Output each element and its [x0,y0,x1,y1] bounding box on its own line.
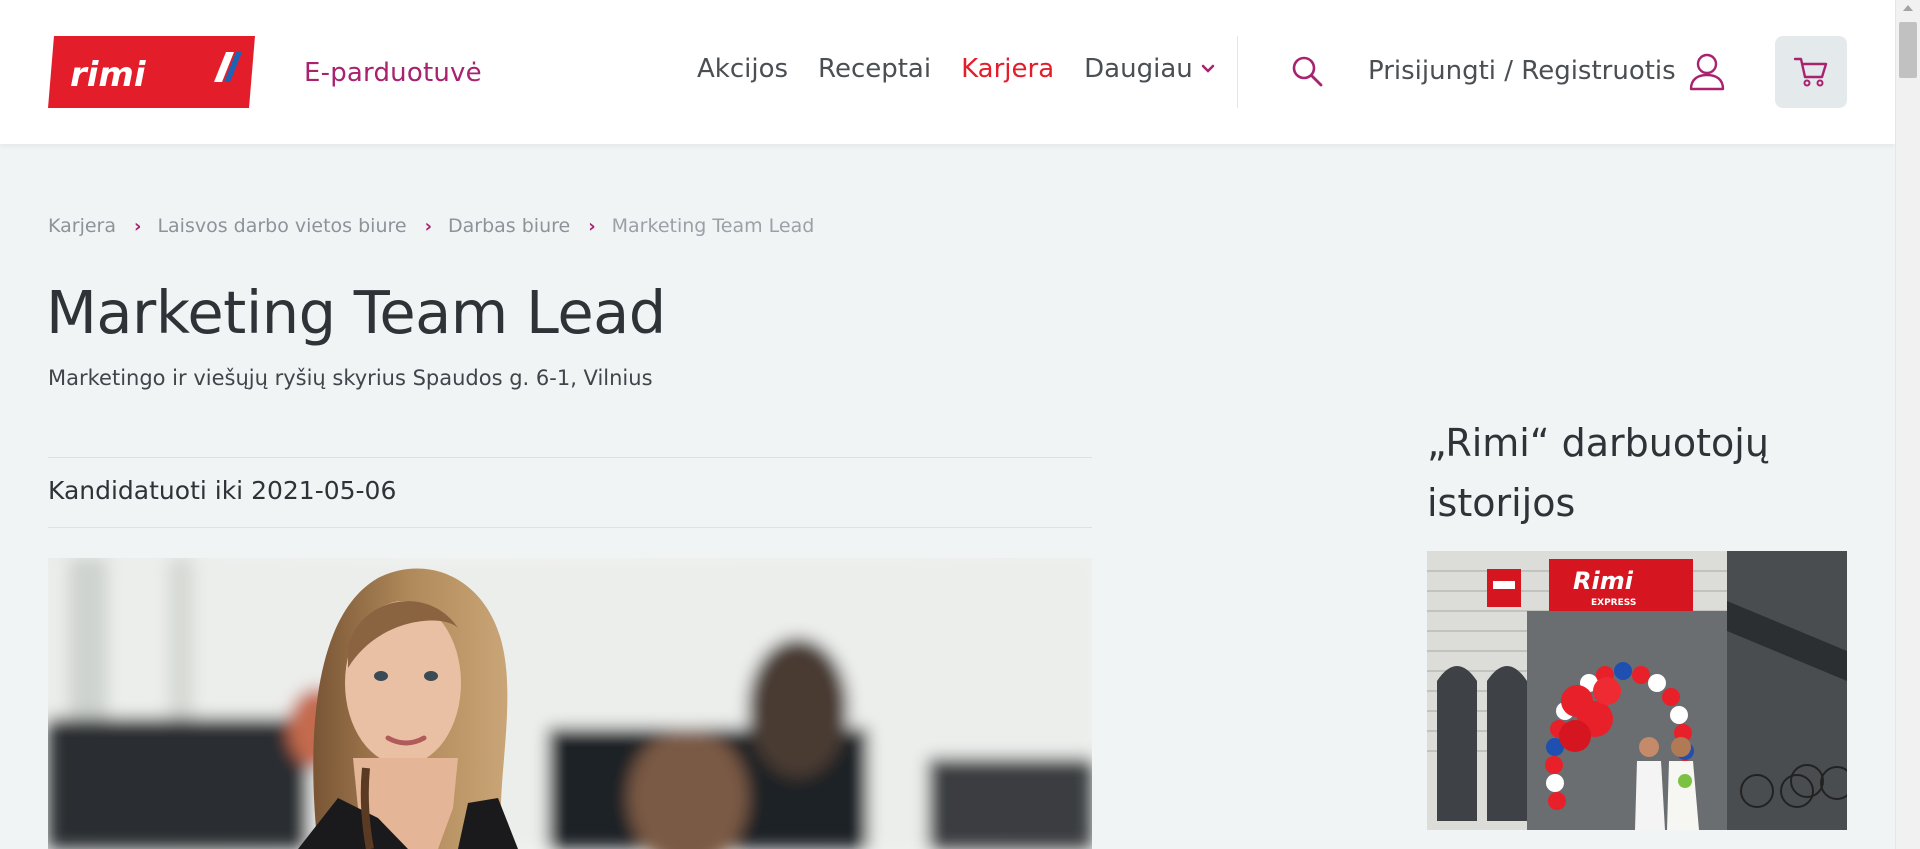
cart-icon [1793,57,1828,87]
rimi-sign-text: Rimi [1573,567,1634,595]
rimi-logo[interactable]: rimi [48,36,255,108]
nav-item-karjera[interactable]: Karjera [961,54,1054,84]
search-icon[interactable] [1290,54,1324,88]
login-register-link[interactable]: Prisijungti / Registruotis [1368,56,1676,86]
job-department-location: Marketingo ir viešųjų ryšių skyrius Spau… [48,366,653,390]
cart-button[interactable] [1775,36,1847,108]
breadcrumb-item-darbas-biure[interactable]: Darbas biure [448,215,570,237]
nav-more-label: Daugiau [1084,54,1193,84]
employee-story-photo[interactable]: Rimi EXPRESS [1427,551,1847,830]
breadcrumb: Karjera › Laisvos darbo vietos biure › D… [48,215,814,237]
header-divider [1237,36,1238,108]
rimi-sign-sub: EXPRESS [1591,598,1636,608]
nav-item-akcijos[interactable]: Akcijos [697,54,788,84]
store-opening-photo-illustration: Rimi EXPRESS [1427,551,1847,830]
chevron-down-icon [1201,64,1214,73]
employee-stories-heading: „Rimi“ darbuotojų istorijos [1427,421,1769,525]
nav-item-more[interactable]: Daugiau [1084,54,1215,84]
breadcrumb-separator-icon: › [588,215,596,237]
main-nav: Akcijos Receptai Karjera Daugiau [697,54,1215,84]
page-title: Marketing Team Lead [46,278,666,347]
breadcrumb-separator-icon: › [134,215,142,237]
divider [48,457,1092,458]
scroll-up-arrow-icon[interactable] [1903,5,1913,11]
office-photo-illustration [48,558,1092,849]
breadcrumb-separator-icon: › [424,215,433,237]
breadcrumb-item-laisvos-darbo-vietos[interactable]: Laisvos darbo vietos biure [157,215,406,237]
breadcrumb-current: Marketing Team Lead [611,215,815,237]
breadcrumb-item-karjera[interactable]: Karjera [48,215,116,237]
job-hero-photo [48,558,1092,849]
divider [48,527,1092,528]
site-header: rimi E-parduotuvė Akcijos Receptai Karje… [0,0,1895,144]
logo-text: rimi [70,55,147,95]
application-deadline: Kandidatuoti iki 2021-05-06 [48,476,397,505]
scroll-thumb[interactable] [1899,22,1917,78]
eshop-link[interactable]: E-parduotuvė [304,58,482,88]
user-icon[interactable] [1688,52,1726,92]
page-scrollbar[interactable] [1895,0,1920,849]
nav-item-receptai[interactable]: Receptai [818,54,931,84]
